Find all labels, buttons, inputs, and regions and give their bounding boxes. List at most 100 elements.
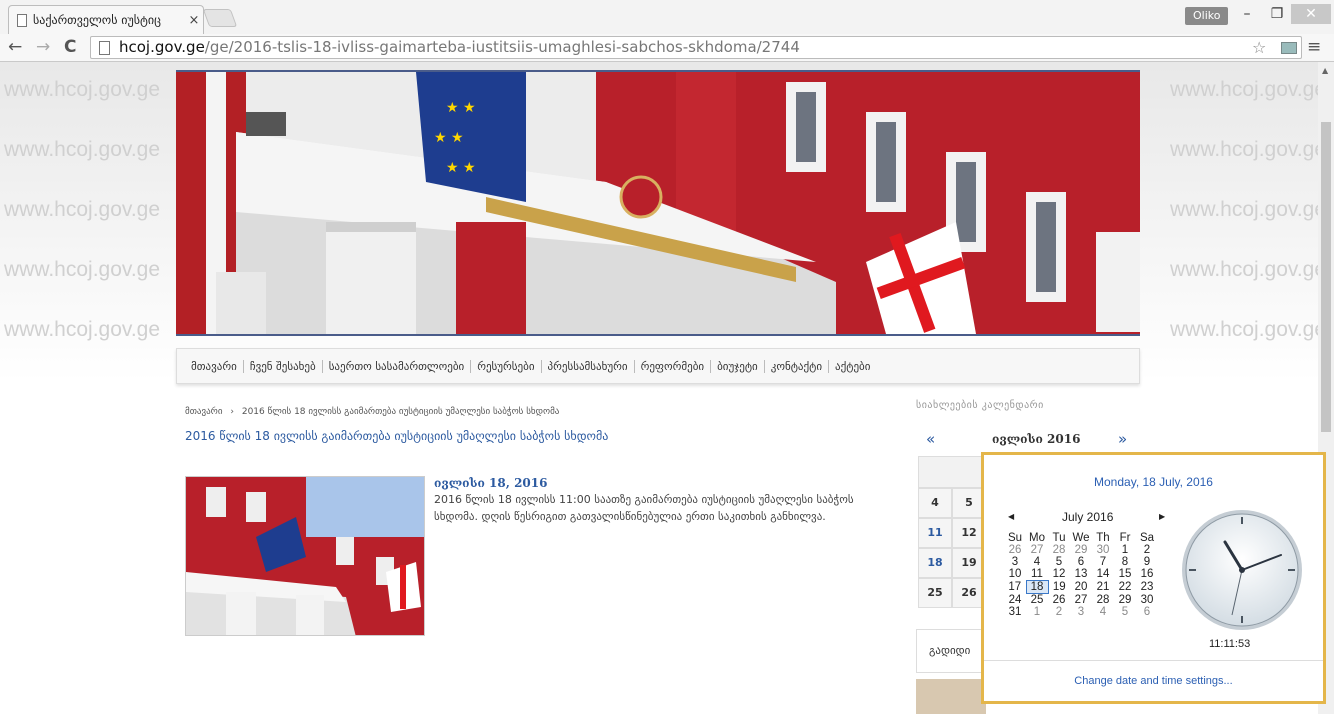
url-path: /ge/2016-tslis-18-ivliss-gaimarteba-iust…	[204, 38, 800, 56]
change-date-time-settings-link[interactable]: Change date and time settings...	[984, 660, 1323, 701]
day-cell[interactable]: 28	[1048, 544, 1070, 556]
scroll-up-icon[interactable]: ▲	[1322, 66, 1328, 75]
article-text: 2016 წლის 18 ივლისს 11:00 საათზე გაიმართ…	[434, 493, 854, 523]
nav-item-resources[interactable]: რესურსები	[471, 359, 542, 373]
calendar-nav: « ივლისი 2016 »	[916, 426, 1148, 452]
day-cell[interactable]: 27	[1070, 594, 1092, 607]
breadcrumb-home-link[interactable]: მთავარი	[185, 407, 223, 417]
weekday-label: Th	[1096, 532, 1110, 544]
day-cell[interactable]: 9	[1136, 556, 1158, 568]
menu-icon[interactable]: ≡	[1307, 37, 1321, 57]
mini-calendar: ◀ July 2016 ▶ Su Mo Tu We Th Fr Sa 26 27…	[1004, 510, 1174, 618]
day-cell[interactable]: 5	[1114, 606, 1136, 618]
nav-item-budget[interactable]: ბიუჯეტი	[711, 359, 765, 373]
selected-day-cell[interactable]: 18	[1025, 580, 1049, 594]
day-cell[interactable]: 30	[1136, 594, 1158, 607]
svg-text:★ ★: ★ ★	[446, 160, 476, 176]
day-cell[interactable]: 7	[1092, 556, 1114, 568]
day-cell[interactable]: 24	[1004, 594, 1026, 607]
day-cell[interactable]: 25	[1026, 594, 1048, 607]
profile-badge[interactable]: Oliko	[1185, 7, 1229, 25]
next-month-icon[interactable]: ▶	[1159, 512, 1165, 521]
day-cell[interactable]: 29	[1114, 594, 1136, 607]
reload-icon[interactable]: C	[64, 37, 76, 57]
calendar-day-link[interactable]: 11	[918, 518, 952, 548]
weekday-label: Tu	[1052, 532, 1066, 544]
forward-icon[interactable]: →	[36, 37, 50, 57]
prev-month-icon[interactable]: ◀	[1008, 512, 1014, 521]
day-cell[interactable]: 8	[1114, 556, 1136, 568]
nav-item-home[interactable]: მთავარი	[185, 359, 244, 373]
nav-item-acts[interactable]: აქტები	[829, 360, 876, 373]
day-cell[interactable]: 6	[1070, 556, 1092, 568]
article-thumbnail[interactable]	[185, 476, 425, 636]
restore-icon[interactable]: ❐	[1262, 4, 1292, 24]
day-cell[interactable]: 4	[1026, 556, 1048, 568]
tab-close-icon[interactable]: ×	[185, 13, 203, 28]
day-cell[interactable]: 19	[1048, 581, 1070, 594]
watermark: www.hcoj.gov.ge	[1170, 198, 1318, 221]
page-info-icon[interactable]	[99, 41, 110, 55]
day-cell[interactable]: 10	[1004, 568, 1026, 581]
svg-text:★ ★: ★ ★	[446, 100, 476, 116]
day-cell[interactable]: 3	[1070, 606, 1092, 618]
day-cell[interactable]: 17	[1004, 581, 1026, 594]
mini-calendar-grid: Su Mo Tu We Th Fr Sa 26 27 28 29 30 1 2 …	[1004, 532, 1159, 618]
full-date-link[interactable]: Monday, 18 July, 2016	[984, 475, 1323, 489]
day-cell[interactable]: 23	[1136, 581, 1158, 594]
close-window-icon[interactable]: ✕	[1291, 4, 1331, 24]
nav-item-press[interactable]: პრესსამსახური	[542, 359, 635, 373]
calendar-day: 25	[918, 578, 952, 608]
month-label[interactable]: July 2016	[1062, 510, 1113, 524]
address-bar[interactable]: hcoj.gov.ge/ge/2016-tslis-18-ivliss-gaim…	[90, 36, 1302, 59]
digital-time: 11:11:53	[1209, 638, 1251, 650]
sidebar-image[interactable]	[916, 679, 986, 714]
weekday-label: Mo	[1029, 532, 1045, 544]
day-cell[interactable]: 26	[1048, 594, 1070, 607]
day-cell[interactable]: 1	[1026, 606, 1048, 618]
main-navigation: მთავარი ჩვენ შესახებ საერთო სასამართლოებ…	[176, 348, 1140, 384]
day-cell[interactable]: 12	[1048, 568, 1070, 581]
calendar-prev-icon[interactable]: «	[926, 430, 935, 448]
watermark: www.hcoj.gov.ge	[1170, 78, 1318, 101]
nav-item-courts[interactable]: საერთო სასამართლოები	[323, 359, 472, 373]
day-cell[interactable]: 3	[1004, 556, 1026, 568]
watermark: www.hcoj.gov.ge	[4, 258, 161, 281]
day-cell[interactable]: 6	[1136, 606, 1158, 618]
day-cell[interactable]: 28	[1092, 594, 1114, 607]
day-cell[interactable]: 27	[1026, 544, 1048, 556]
minimize-icon[interactable]: –	[1232, 4, 1262, 24]
cast-icon[interactable]	[1281, 42, 1297, 54]
nav-item-reforms[interactable]: რეფორმები	[635, 359, 712, 373]
day-cell[interactable]: 13	[1070, 568, 1092, 581]
nav-item-about[interactable]: ჩვენ შესახებ	[244, 359, 323, 373]
day-cell[interactable]: 11	[1026, 568, 1048, 581]
day-cell[interactable]: 31	[1004, 606, 1026, 618]
day-cell[interactable]: 15	[1114, 568, 1136, 581]
browser-tab[interactable]: საქართველოს იუსტიც ×	[8, 5, 204, 34]
bookmark-star-icon[interactable]: ☆	[1252, 38, 1266, 57]
scrollbar-thumb[interactable]	[1321, 122, 1331, 432]
day-cell[interactable]: 5	[1048, 556, 1070, 568]
day-cell[interactable]: 14	[1092, 568, 1114, 581]
day-cell[interactable]: 30	[1092, 544, 1114, 556]
weekday-label: Su	[1007, 532, 1023, 544]
article-date[interactable]: ივლისი 18, 2016	[434, 476, 547, 490]
calendar-next-icon[interactable]: »	[1118, 430, 1127, 448]
day-cell[interactable]: 29	[1070, 544, 1092, 556]
day-cell[interactable]: 2	[1136, 544, 1158, 556]
datetime-flyout: Monday, 18 July, 2016 ◀ July 2016 ▶ Su M…	[981, 452, 1326, 704]
back-icon[interactable]: ←	[8, 37, 22, 57]
day-cell[interactable]: 22	[1114, 581, 1136, 594]
calendar-day-link[interactable]: 18	[918, 548, 952, 578]
day-cell[interactable]: 1	[1114, 544, 1136, 556]
day-cell[interactable]: 20	[1070, 581, 1092, 594]
day-cell[interactable]: 4	[1092, 606, 1114, 618]
new-tab-button[interactable]	[202, 9, 238, 27]
day-cell[interactable]: 2	[1048, 606, 1070, 618]
nav-item-contact[interactable]: კონტაქტი	[765, 359, 830, 373]
day-cell[interactable]: 26	[1004, 544, 1026, 556]
day-cell[interactable]: 21	[1092, 581, 1114, 594]
watermark: www.hcoj.gov.ge	[4, 78, 161, 101]
day-cell[interactable]: 16	[1136, 568, 1158, 581]
